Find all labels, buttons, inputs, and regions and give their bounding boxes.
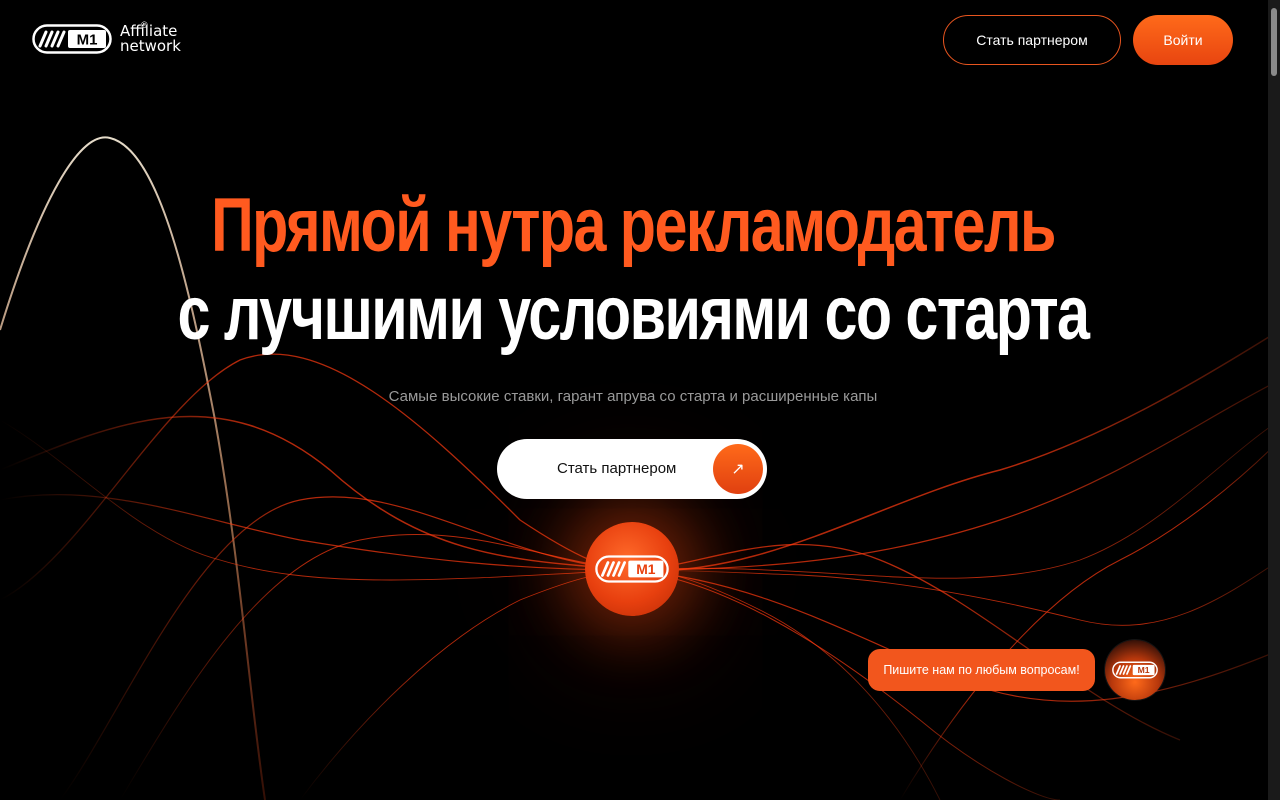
arrow-up-right-icon: ↗ xyxy=(713,444,763,494)
scrollbar-thumb[interactable] xyxy=(1271,8,1277,76)
logo-text: Affiliate network xyxy=(120,24,181,54)
center-logo-orb: M1 xyxy=(585,522,679,616)
m1-logo-icon: M1 xyxy=(32,24,112,54)
m1-logo-icon: M1 xyxy=(1112,661,1158,679)
chat-open-button[interactable]: M1 xyxy=(1105,640,1165,700)
hero-subtitle: Самые высокие ставки, гарант апрува со с… xyxy=(388,388,878,405)
logo-text-line2: network xyxy=(120,37,181,55)
become-partner-button[interactable]: Стать партнером xyxy=(943,15,1121,65)
scrollbar[interactable] xyxy=(1268,0,1280,800)
wave-line xyxy=(899,439,1280,800)
hero-headline: Прямой нутра рекламодатель с лучшими усл… xyxy=(0,180,1266,356)
logo[interactable]: M1 ® Affiliate network xyxy=(32,20,181,54)
headline-line1: Прямой нутра рекламодатель xyxy=(211,183,1056,268)
chat-prompt-bubble[interactable]: Пишите нам по любым вопросам! xyxy=(868,649,1095,691)
svg-text:M1: M1 xyxy=(636,561,656,577)
login-button[interactable]: Войти xyxy=(1133,15,1233,65)
wave-line xyxy=(629,559,1280,626)
page: M1 ® Affiliate network Стать партнером В… xyxy=(0,0,1280,800)
m1-logo-icon: M1 xyxy=(595,555,669,583)
headline-line2: с лучшими условиями со старта xyxy=(177,271,1090,356)
registered-mark: ® xyxy=(141,20,148,30)
svg-text:M1: M1 xyxy=(1138,665,1150,675)
svg-text:M1: M1 xyxy=(77,32,98,49)
cta-label: Стать партнером xyxy=(557,460,677,477)
cta-become-partner-button[interactable]: Стать партнером ↗ xyxy=(497,439,767,499)
